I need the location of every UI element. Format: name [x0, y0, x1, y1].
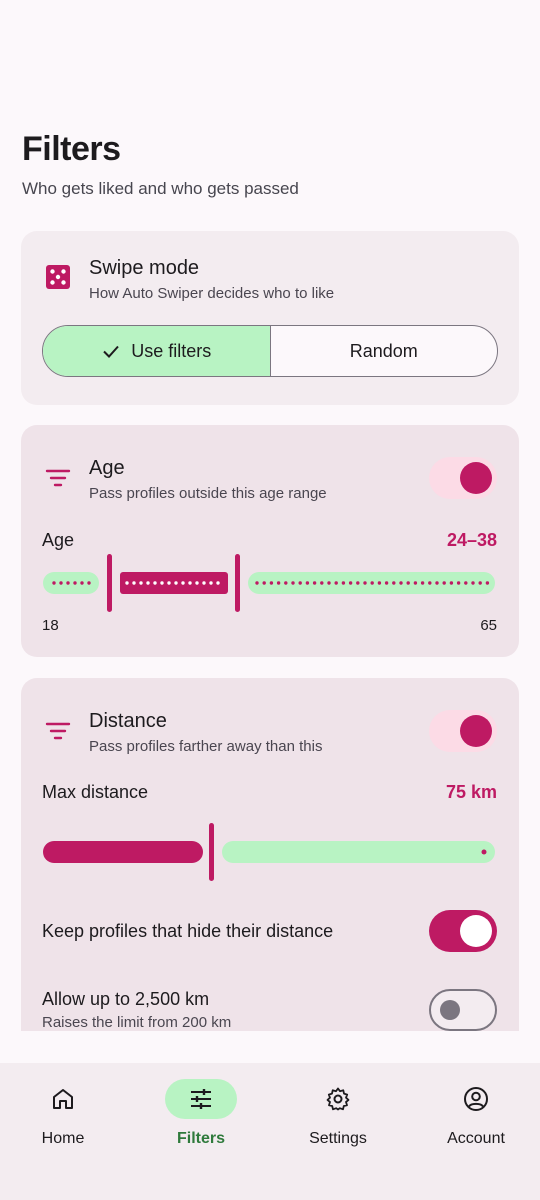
max-distance-label: Max distance	[42, 782, 149, 802]
extended-range-toggle[interactable]	[429, 989, 497, 1031]
nav-label-filters: Filters	[176, 1130, 225, 1147]
max-distance-slider[interactable]	[21, 822, 519, 882]
account-icon	[464, 1087, 488, 1111]
bottom-navigation: Home Filters Settings Account	[0, 1063, 540, 1200]
home-icon	[53, 1089, 73, 1109]
nav-label-account: Account	[447, 1130, 505, 1147]
distance-handle[interactable]	[209, 823, 214, 881]
keep-hidden-toggle[interactable]	[429, 910, 497, 952]
distance-card: Distance Pass profiles farther away than…	[21, 678, 519, 1031]
nav-pill	[440, 1079, 512, 1119]
nav-item-home[interactable]: Home	[3, 1079, 123, 1148]
extended-range-subtitle: Raises the limit from 200 km	[42, 1014, 232, 1031]
nav-item-filters[interactable]: Filters	[141, 1079, 261, 1148]
filter-icon	[45, 722, 71, 740]
toggle-knob	[460, 915, 492, 947]
max-distance-value: 75 km	[445, 782, 497, 802]
distance-title: Distance	[89, 710, 167, 732]
nav-item-settings[interactable]: Settings	[278, 1079, 398, 1148]
nav-label-settings: Settings	[309, 1130, 367, 1147]
gear-icon	[326, 1087, 350, 1111]
keep-hidden-label: Keep profiles that hide their distance	[42, 921, 334, 941]
distance-subtitle: Pass profiles farther away than this	[89, 738, 323, 755]
nav-pill	[27, 1079, 99, 1119]
distance-toggle[interactable]	[429, 710, 497, 752]
track-end-dot	[481, 849, 487, 855]
nav-pill	[302, 1079, 374, 1119]
sliders-icon	[191, 1089, 211, 1109]
slider-track-active	[43, 841, 203, 863]
nav-item-account[interactable]: Account	[416, 1079, 536, 1148]
nav-label-home: Home	[41, 1130, 85, 1147]
nav-pill-active	[165, 1079, 237, 1119]
toggle-knob	[460, 715, 492, 747]
toggle-knob	[440, 1000, 460, 1020]
extended-range-label: Allow up to 2,500 km	[42, 989, 210, 1009]
slider-track-inactive	[222, 841, 495, 863]
scroll-area-clip: Distance Pass profiles farther away than…	[0, 0, 540, 1031]
